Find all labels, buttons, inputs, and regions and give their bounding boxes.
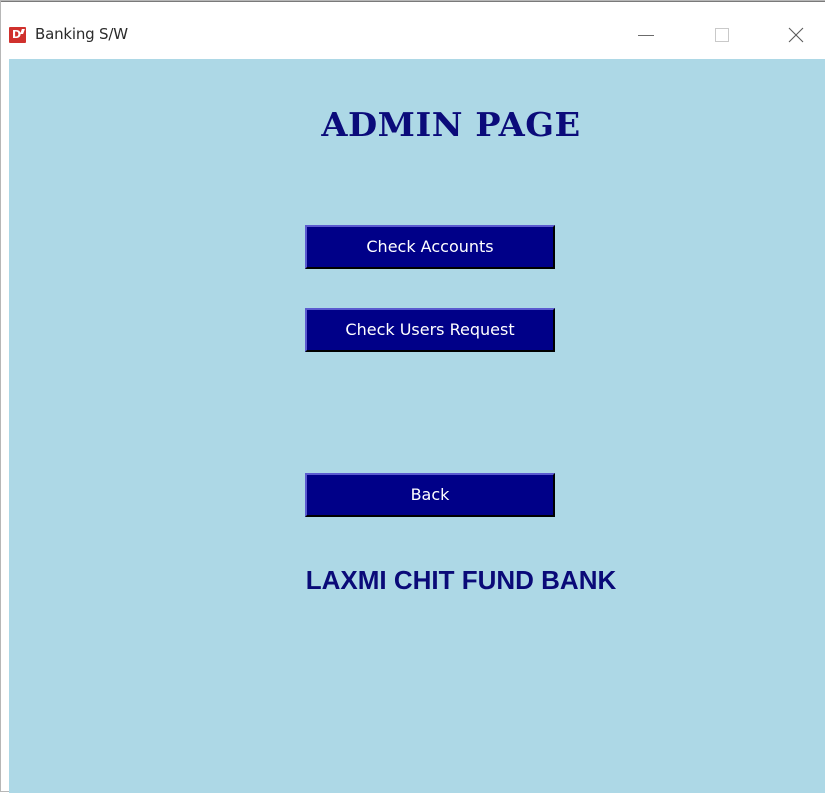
- bank-name-label: LAXMI CHIT FUND BANK: [305, 565, 617, 595]
- title-bar[interactable]: D Banking S/W: [1, 1, 825, 56]
- maximize-icon: [715, 28, 729, 42]
- back-button[interactable]: Back: [305, 473, 555, 517]
- app-logo-icon[interactable]: D: [9, 27, 26, 43]
- maximize-button[interactable]: [697, 16, 743, 54]
- close-icon: [788, 27, 804, 43]
- app-window: D Banking S/W ADMIN PAGE Check Accounts …: [0, 0, 825, 793]
- page-title: ADMIN PAGE: [321, 105, 581, 144]
- close-button[interactable]: [772, 16, 818, 54]
- minimize-icon: [638, 35, 654, 36]
- check-accounts-button[interactable]: Check Accounts: [305, 225, 555, 269]
- window-title: Banking S/W: [35, 25, 128, 43]
- admin-panel: [9, 59, 825, 793]
- minimize-button[interactable]: [621, 16, 667, 54]
- check-users-request-button[interactable]: Check Users Request: [305, 308, 555, 352]
